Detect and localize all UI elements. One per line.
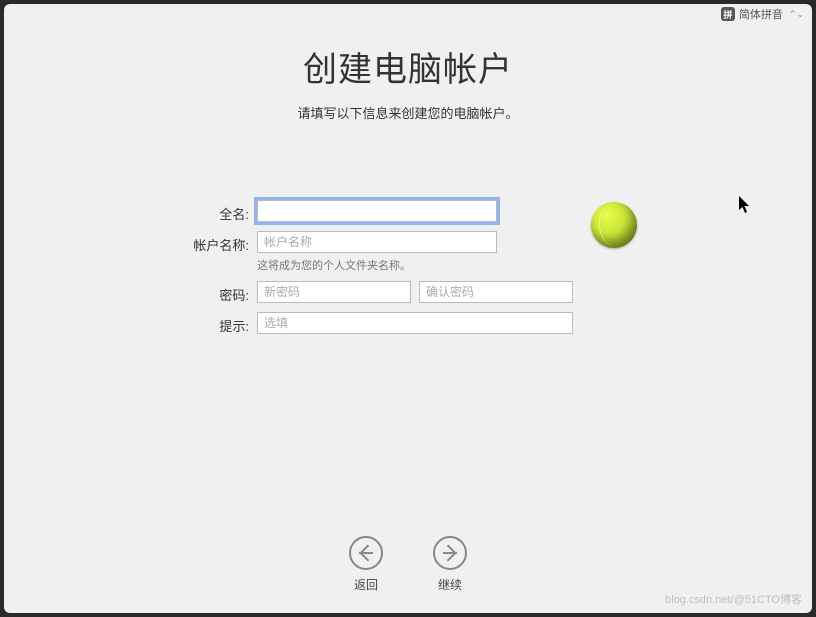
arrow-left-icon: [349, 536, 383, 570]
content-area: 创建电脑帐户 请填写以下信息来创建您的电脑帐户。 全名: 帐户名称: 这将成为您…: [4, 24, 812, 613]
setup-window: 拼 简体拼音 ⌃⌄ 创建电脑帐户 请填写以下信息来创建您的电脑帐户。 全名: 帐…: [4, 4, 812, 613]
back-button[interactable]: 返回: [349, 536, 383, 593]
page-subtitle: 请填写以下信息来创建您的电脑帐户。: [297, 103, 518, 122]
ime-label[interactable]: 简体拼音: [739, 6, 783, 22]
new-password-input[interactable]: [257, 281, 411, 303]
full-name-label: 全名:: [179, 200, 249, 223]
form-wrapper: 全名: 帐户名称: 这将成为您的个人文件夹名称。 密码: 提示:: [179, 200, 637, 335]
hint-label: 提示:: [179, 312, 249, 335]
arrow-right-icon: [433, 536, 467, 570]
chevron-updown-icon[interactable]: ⌃⌄: [789, 9, 804, 20]
watermark: blog.csdn.net/@51CTO博客: [665, 591, 802, 607]
ime-badge-icon[interactable]: 拼: [721, 7, 735, 21]
full-name-input[interactable]: [257, 200, 497, 222]
hint-input[interactable]: [257, 312, 573, 334]
avatar[interactable]: [591, 202, 637, 248]
account-name-label: 帐户名称:: [179, 231, 249, 254]
back-label: 返回: [354, 576, 378, 593]
account-name-hint: 这将成为您的个人文件夹名称。: [257, 257, 573, 273]
confirm-password-input[interactable]: [419, 281, 573, 303]
status-bar: 拼 简体拼音 ⌃⌄: [4, 4, 812, 24]
footer-nav: 返回 继续: [349, 536, 467, 613]
account-name-input[interactable]: [257, 231, 497, 253]
page-title: 创建电脑帐户: [303, 42, 513, 91]
password-label: 密码:: [179, 281, 249, 304]
account-form: 全名: 帐户名称: 这将成为您的个人文件夹名称。 密码: 提示:: [179, 200, 573, 335]
continue-label: 继续: [438, 576, 462, 593]
continue-button[interactable]: 继续: [433, 536, 467, 593]
